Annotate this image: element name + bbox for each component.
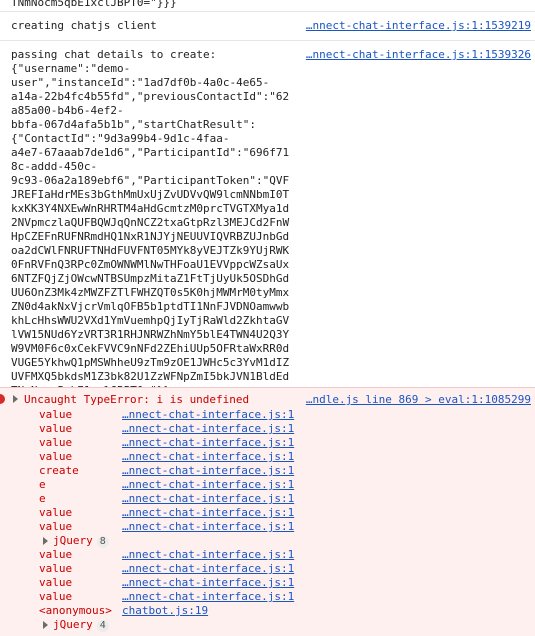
stack-frame-function: value (39, 422, 73, 435)
stack-frame-function: <anonymous> (39, 604, 112, 617)
stack-frame-location-link[interactable]: …nnect-chat-interface.js:1 (122, 450, 294, 464)
console-message: TNmNocm5qbE1xclJBPT0="}}} (11, 0, 177, 9)
stack-frame-location-link[interactable]: …nnect-chat-interface.js:1 (122, 492, 294, 506)
stack-frame-location-link[interactable]: …nnect-chat-interface.js:1 (122, 422, 294, 436)
console-error-entry: Uncaught TypeError: i is undefined …ndle… (0, 387, 535, 636)
error-header[interactable]: Uncaught TypeError: i is undefined …ndle… (0, 393, 535, 407)
stack-frame: <anonymous> chatbot.js:19 (0, 604, 535, 618)
frame-count-badge: 4 (96, 620, 109, 632)
stack-frame-function: value (39, 450, 73, 463)
expand-caret-icon[interactable] (43, 537, 48, 545)
stack-group-jquery[interactable]: jQuery 4 (0, 618, 535, 632)
error-icon (0, 394, 5, 404)
stack-frame: value …nnect-chat-interface.js:1 (0, 548, 535, 562)
stack-frame-location-link[interactable]: …nnect-chat-interface.js:1 (122, 520, 294, 534)
console-message[interactable]: passing chat details to create: {"userna… (0, 48, 535, 398)
stack-frame: value …nnect-chat-interface.js:1 (0, 520, 535, 534)
stack-frame-function: value (39, 590, 73, 603)
frame-count-badge: 8 (96, 536, 109, 548)
stack-frame-location-link[interactable]: …nnect-chat-interface.js:1 (122, 576, 294, 590)
stack-frame: value …nnect-chat-interface.js:1 (0, 576, 535, 590)
stack-frame-function: value (39, 408, 73, 421)
expand-caret-icon[interactable] (43, 621, 48, 629)
stack-frame-location-link[interactable]: …nnect-chat-interface.js:1 (122, 562, 294, 576)
stack-frame-function: value (39, 506, 73, 519)
stack-frame: value …nnect-chat-interface.js:1 (0, 590, 535, 604)
stack-frame-function: value (39, 548, 73, 561)
stack-frame-location-link[interactable]: …nnect-chat-interface.js:1 (122, 464, 294, 478)
console-row-chat-details: passing chat details to create: {"userna… (0, 41, 535, 403)
stack-frame-location-link[interactable]: chatbot.js:19 (122, 604, 208, 618)
source-link[interactable]: …nnect-chat-interface.js:1:1539326 (306, 48, 531, 62)
stack-frame-function: value (39, 520, 73, 533)
stack-frame-function: e (39, 492, 46, 505)
error-message: Uncaught TypeError: i is undefined (24, 393, 250, 406)
stack-frame: e …nnect-chat-interface.js:1 (0, 478, 535, 492)
console-row-creating-client: creating chatjs client …nnect-chat-inter… (0, 12, 535, 41)
stack-frame-function: e (39, 478, 46, 491)
stack-frame-function: value (39, 436, 73, 449)
stack-trace: value …nnect-chat-interface.js:1 value …nne… (0, 408, 535, 632)
stack-frame-function: create (39, 464, 79, 477)
error-source-link[interactable]: …ndle.js line 869 > eval:1:1085299 (306, 393, 531, 407)
expand-caret-icon[interactable] (13, 395, 18, 403)
stack-frame-location-link[interactable]: …nnect-chat-interface.js:1 (122, 590, 294, 604)
stack-frame: value …nnect-chat-interface.js:1 (0, 450, 535, 464)
stack-frame-location-link[interactable]: …nnect-chat-interface.js:1 (122, 478, 294, 492)
source-link[interactable]: …nnect-chat-interface.js:1:1539219 (306, 19, 531, 33)
stack-frame: value …nnect-chat-interface.js:1 (0, 408, 535, 422)
stack-frame: e …nnect-chat-interface.js:1 (0, 492, 535, 506)
stack-frame-location-link[interactable]: …nnect-chat-interface.js:1 (122, 436, 294, 450)
stack-frame-location-link[interactable]: …nnect-chat-interface.js:1 (122, 408, 294, 422)
stack-frame-function: value (39, 562, 73, 575)
stack-group-label: jQuery 4 (53, 618, 109, 632)
stack-frame-location-link[interactable]: …nnect-chat-interface.js:1 (122, 548, 294, 562)
stack-frame: value …nnect-chat-interface.js:1 (0, 506, 535, 520)
stack-frame: value …nnect-chat-interface.js:1 (0, 562, 535, 576)
console-message: creating chatjs client (11, 19, 157, 32)
stack-group-jquery[interactable]: jQuery 8 (0, 534, 535, 548)
stack-frame-location-link[interactable]: …nnect-chat-interface.js:1 (122, 506, 294, 520)
stack-frame-function: value (39, 576, 73, 589)
stack-frame: create …nnect-chat-interface.js:1 (0, 464, 535, 478)
stack-group-label: jQuery 8 (53, 534, 109, 548)
stack-frame: value …nnect-chat-interface.js:1 (0, 436, 535, 450)
stack-frame: value …nnect-chat-interface.js:1 (0, 422, 535, 436)
console-row-truncated: TNmNocm5qbE1xclJBPT0="}}} (0, 0, 535, 12)
